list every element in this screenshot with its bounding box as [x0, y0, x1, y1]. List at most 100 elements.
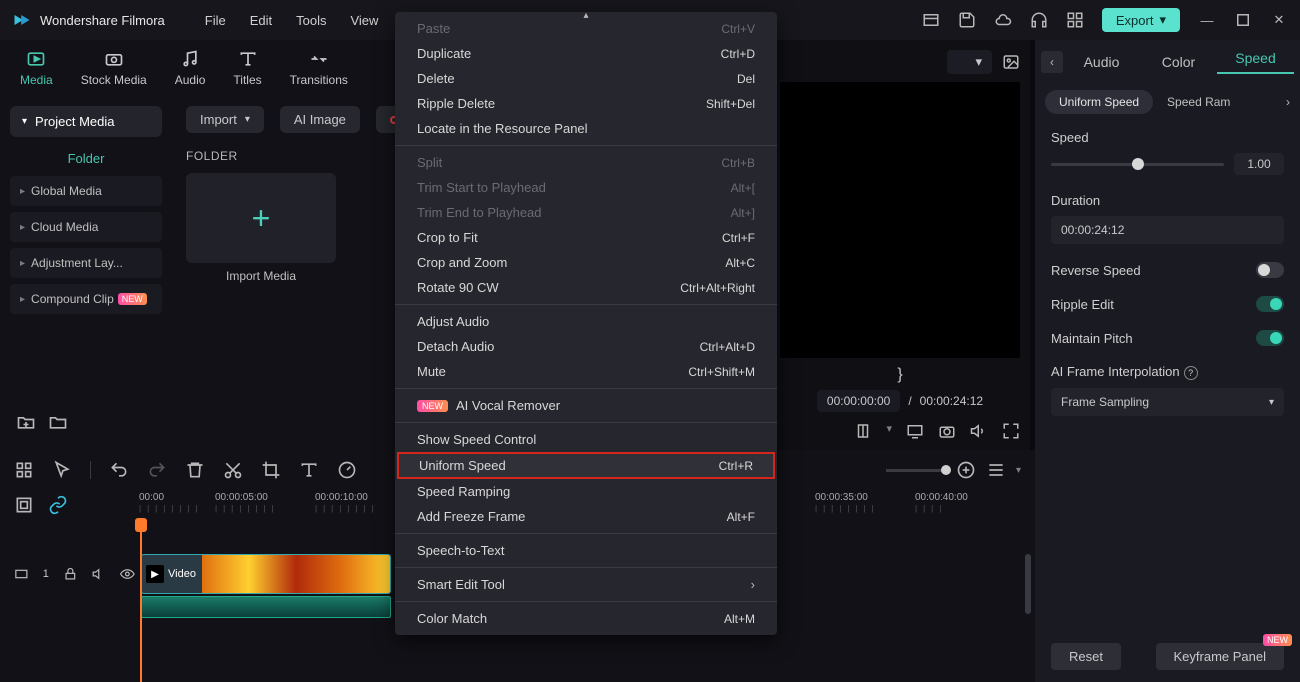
keyframe-panel-button[interactable]: Keyframe PanelNEW: [1156, 643, 1285, 670]
close-icon[interactable]: ✕: [1270, 11, 1288, 29]
trash-icon[interactable]: [185, 460, 205, 480]
maintain-pitch-toggle[interactable]: [1256, 330, 1284, 346]
folder-icon[interactable]: [48, 412, 68, 432]
eye-icon[interactable]: [120, 564, 135, 584]
mute-track-icon[interactable]: [92, 564, 107, 584]
audio-clip[interactable]: [141, 596, 391, 618]
new-folder-icon[interactable]: [16, 412, 36, 432]
speed-icon[interactable]: [337, 460, 357, 480]
text-icon[interactable]: [299, 460, 319, 480]
reset-button[interactable]: Reset: [1051, 643, 1121, 670]
panel-tab-speed[interactable]: Speed: [1217, 50, 1294, 74]
ctx-crop-fit[interactable]: Crop to FitCtrl+F: [395, 225, 777, 250]
tab-titles[interactable]: Titles: [233, 49, 261, 87]
panel-tab-audio[interactable]: Audio: [1063, 54, 1140, 70]
display-icon[interactable]: [906, 422, 924, 440]
timeline-settings-icon[interactable]: [14, 495, 34, 515]
chevron-right-icon[interactable]: ›: [1286, 95, 1290, 109]
lock-icon[interactable]: [63, 564, 78, 584]
menu-file[interactable]: File: [205, 13, 226, 28]
ctx-duplicate[interactable]: DuplicateCtrl+D: [395, 41, 777, 66]
sidebar-item-cloud-media[interactable]: ▸Cloud Media: [10, 212, 162, 242]
crop-icon[interactable]: [261, 460, 281, 480]
save-icon[interactable]: [958, 11, 976, 29]
zoom-slider[interactable]: [886, 469, 946, 472]
ctx-locate[interactable]: Locate in the Resource Panel: [395, 116, 777, 141]
reverse-speed-toggle[interactable]: [1256, 262, 1284, 278]
cloud-icon[interactable]: [994, 11, 1012, 29]
sidebar-item-compound-clip[interactable]: ▸Compound ClipNEW: [10, 284, 162, 314]
curly-icon[interactable]: }: [897, 366, 902, 384]
ctx-label: Duplicate: [417, 46, 471, 61]
menu-view[interactable]: View: [350, 13, 378, 28]
ctx-crop-zoom[interactable]: Crop and ZoomAlt+C: [395, 250, 777, 275]
preview-canvas[interactable]: [780, 82, 1020, 358]
magnet-icon[interactable]: [14, 460, 34, 480]
tab-media[interactable]: Media: [20, 49, 53, 87]
slider-thumb[interactable]: [1132, 158, 1144, 170]
video-clip[interactable]: ▶ Video: [141, 554, 391, 594]
sidebar-item-adjustment-layer[interactable]: ▸Adjustment Lay...: [10, 248, 162, 278]
layout-icon[interactable]: [922, 11, 940, 29]
info-icon[interactable]: ?: [1184, 366, 1198, 380]
ctx-rotate[interactable]: Rotate 90 CWCtrl+Alt+Right: [395, 275, 777, 300]
tab-transitions[interactable]: Transitions: [290, 49, 348, 87]
ctx-freeze-frame[interactable]: Add Freeze FrameAlt+F: [395, 504, 777, 529]
subtab-speed-ramping[interactable]: Speed Ram: [1167, 95, 1230, 109]
marker-icon[interactable]: [854, 422, 872, 440]
subtab-uniform-speed[interactable]: Uniform Speed: [1045, 90, 1153, 114]
undo-icon[interactable]: [109, 460, 129, 480]
headphones-icon[interactable]: [1030, 11, 1048, 29]
timecode-current[interactable]: 00:00:00:00: [817, 390, 900, 412]
maximize-icon[interactable]: [1234, 11, 1252, 29]
interpolation-select[interactable]: Frame Sampling▾: [1051, 388, 1284, 416]
snapshot-icon[interactable]: [938, 422, 956, 440]
import-media-thumb[interactable]: + Import Media: [186, 173, 336, 283]
picture-icon[interactable]: [1002, 53, 1020, 71]
chevron-down-icon[interactable]: ▾: [886, 422, 892, 440]
chevron-down-icon[interactable]: ▾: [1016, 465, 1021, 476]
panel-tab-color[interactable]: Color: [1140, 54, 1217, 70]
ctx-adjust-audio[interactable]: Adjust Audio: [395, 309, 777, 334]
ctx-uniform-speed[interactable]: Uniform SpeedCtrl+R: [397, 452, 775, 479]
duration-input[interactable]: 00:00:24:12: [1051, 216, 1284, 244]
ripple-edit-toggle[interactable]: [1256, 296, 1284, 312]
pointer-icon[interactable]: [52, 460, 72, 480]
ctx-vocal-remover[interactable]: NEWAI Vocal Remover: [395, 393, 777, 418]
tab-audio[interactable]: Audio: [175, 49, 206, 87]
ctx-color-match[interactable]: Color MatchAlt+M: [395, 606, 777, 631]
volume-icon[interactable]: [970, 422, 988, 440]
ctx-smart-edit[interactable]: Smart Edit Tool: [395, 572, 777, 597]
fullscreen-icon[interactable]: [1002, 422, 1020, 440]
ctx-speech-to-text[interactable]: Speech-to-Text: [395, 538, 777, 563]
ctx-ripple-delete[interactable]: Ripple DeleteShift+Del: [395, 91, 777, 116]
preview-dropdown[interactable]: ▾: [947, 50, 992, 74]
link-icon[interactable]: [48, 495, 68, 515]
ctx-mute[interactable]: MuteCtrl+Shift+M: [395, 359, 777, 384]
menu-tools[interactable]: Tools: [296, 13, 326, 28]
panel-back-icon[interactable]: ‹: [1041, 51, 1063, 73]
ctx-detach-audio[interactable]: Detach AudioCtrl+Alt+D: [395, 334, 777, 359]
import-button[interactable]: Import▾: [186, 106, 264, 133]
speed-value[interactable]: 1.00: [1234, 153, 1284, 175]
sidebar-item-global-media[interactable]: ▸Global Media: [10, 176, 162, 206]
menu-edit[interactable]: Edit: [250, 13, 272, 28]
track-view-icon[interactable]: [986, 460, 1006, 480]
export-button[interactable]: Export ▾: [1102, 8, 1180, 32]
cut-icon[interactable]: [223, 460, 243, 480]
ctx-show-speed[interactable]: Show Speed Control: [395, 427, 777, 452]
slider-thumb[interactable]: [941, 465, 951, 475]
playhead[interactable]: [140, 520, 142, 682]
tab-stock-media[interactable]: Stock Media: [81, 49, 147, 87]
ctx-delete[interactable]: DeleteDel: [395, 66, 777, 91]
ai-image-button[interactable]: AI Image: [280, 106, 360, 133]
redo-icon[interactable]: [147, 460, 167, 480]
grid-icon[interactable]: [1066, 11, 1084, 29]
minimize-icon[interactable]: —: [1198, 11, 1216, 29]
timeline-scrollbar[interactable]: [1025, 554, 1031, 614]
project-media-button[interactable]: ▾ Project Media: [10, 106, 162, 137]
video-track-icon[interactable]: [14, 564, 29, 584]
zoom-in-icon[interactable]: [956, 460, 976, 480]
ctx-speed-ramping[interactable]: Speed Ramping: [395, 479, 777, 504]
speed-slider[interactable]: [1051, 163, 1224, 166]
